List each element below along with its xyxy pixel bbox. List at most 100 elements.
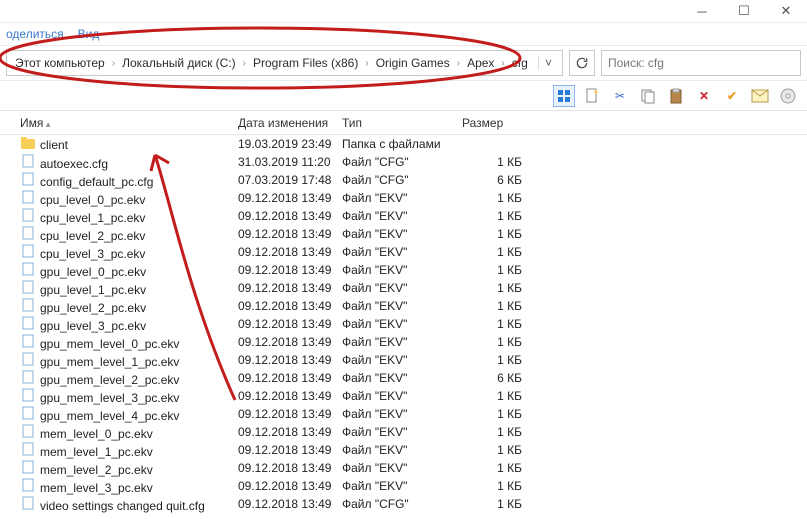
breadcrumb[interactable]: Этот компьютер › Локальный диск (C:) › P… (6, 50, 563, 76)
file-row[interactable]: cpu_level_1_pc.ekv09.12.2018 13:49Файл "… (0, 207, 807, 225)
file-name: autoexec.cfg (40, 157, 108, 171)
file-name-cell: gpu_level_3_pc.ekv (20, 316, 238, 333)
file-row[interactable]: gpu_mem_level_4_pc.ekv09.12.2018 13:49Фа… (0, 405, 807, 423)
file-name: gpu_level_2_pc.ekv (40, 301, 146, 315)
file-row[interactable]: autoexec.cfg31.03.2019 11:20Файл "CFG"1 … (0, 153, 807, 171)
file-name-cell: cpu_level_0_pc.ekv (20, 190, 238, 207)
delete-button[interactable]: ✕ (693, 85, 715, 107)
cut-button[interactable]: ✂ (609, 85, 631, 107)
file-name-cell: mem_level_1_pc.ekv (20, 442, 238, 459)
file-date: 09.12.2018 13:49 (238, 461, 342, 475)
file-row[interactable]: gpu_level_0_pc.ekv09.12.2018 13:49Файл "… (0, 261, 807, 279)
grid-icon (557, 89, 571, 103)
file-icon (20, 316, 36, 330)
file-row[interactable]: mem_level_1_pc.ekv09.12.2018 13:49Файл "… (0, 441, 807, 459)
file-size: 1 КБ (462, 227, 542, 241)
file-icon (20, 262, 36, 276)
file-type: Файл "EKV" (342, 389, 462, 403)
view-button[interactable] (553, 85, 575, 107)
file-date: 09.12.2018 13:49 (238, 263, 342, 277)
file-row[interactable]: video settings changed quit.cfg09.12.201… (0, 495, 807, 513)
refresh-icon (575, 56, 589, 70)
copy-icon (640, 88, 656, 104)
file-size: 1 КБ (462, 353, 542, 367)
file-type: Файл "EKV" (342, 371, 462, 385)
file-row[interactable]: mem_level_3_pc.ekv09.12.2018 13:49Файл "… (0, 477, 807, 495)
file-date: 09.12.2018 13:49 (238, 335, 342, 349)
burn-button[interactable] (777, 85, 799, 107)
new-button[interactable] (581, 85, 603, 107)
file-row[interactable]: cpu_level_0_pc.ekv09.12.2018 13:49Файл "… (0, 189, 807, 207)
header-date[interactable]: Дата изменения (238, 116, 342, 130)
file-row[interactable]: gpu_mem_level_1_pc.ekv09.12.2018 13:49Фа… (0, 351, 807, 369)
close-button[interactable]: ✕ (765, 0, 807, 22)
file-icon (20, 154, 36, 168)
file-type: Файл "EKV" (342, 335, 462, 349)
file-size: 6 КБ (462, 173, 542, 187)
confirm-button[interactable]: ✔ (721, 85, 743, 107)
minimize-button[interactable]: ─ (681, 0, 723, 22)
crumb-pc[interactable]: Этот компьютер (11, 56, 109, 70)
menu-view[interactable]: Вид (78, 27, 100, 41)
file-row[interactable]: gpu_level_1_pc.ekv09.12.2018 13:49Файл "… (0, 279, 807, 297)
file-row[interactable]: gpu_level_3_pc.ekv09.12.2018 13:49Файл "… (0, 315, 807, 333)
header-name[interactable]: Имя (20, 116, 238, 130)
header-type[interactable]: Тип (342, 116, 462, 130)
file-row[interactable]: gpu_mem_level_3_pc.ekv09.12.2018 13:49Фа… (0, 387, 807, 405)
search-input[interactable]: Поиск: cfg (601, 50, 801, 76)
file-icon (20, 190, 36, 204)
file-row[interactable]: mem_level_2_pc.ekv09.12.2018 13:49Файл "… (0, 459, 807, 477)
crumb-cfg[interactable]: cfg (508, 56, 532, 70)
file-date: 09.12.2018 13:49 (238, 353, 342, 367)
file-row[interactable]: mem_level_0_pc.ekv09.12.2018 13:49Файл "… (0, 423, 807, 441)
file-name-cell: cpu_level_3_pc.ekv (20, 244, 238, 261)
file-name-cell: client (20, 136, 238, 152)
file-name-cell: cpu_level_2_pc.ekv (20, 226, 238, 243)
file-type: Файл "EKV" (342, 281, 462, 295)
file-name-cell: gpu_mem_level_2_pc.ekv (20, 370, 238, 387)
file-row[interactable]: gpu_mem_level_2_pc.ekv09.12.2018 13:49Фа… (0, 369, 807, 387)
file-icon (20, 442, 36, 456)
file-list[interactable]: client19.03.2019 23:49Папка с файламиaut… (0, 135, 807, 513)
file-row[interactable]: client19.03.2019 23:49Папка с файлами (0, 135, 807, 153)
menu-share[interactable]: оделиться (6, 27, 64, 41)
crumb-pf86[interactable]: Program Files (x86) (249, 56, 362, 70)
file-type: Файл "EKV" (342, 299, 462, 313)
address-bar: Этот компьютер › Локальный диск (C:) › P… (0, 45, 807, 81)
file-icon (20, 478, 36, 492)
breadcrumb-dropdown[interactable]: ˅ (538, 56, 558, 70)
crumb-drive[interactable]: Локальный диск (C:) (118, 56, 240, 70)
file-icon (20, 172, 36, 186)
copy-button[interactable] (637, 85, 659, 107)
file-date: 09.12.2018 13:49 (238, 227, 342, 241)
file-row[interactable]: config_default_pc.cfg07.03.2019 17:48Фай… (0, 171, 807, 189)
crumb-apex[interactable]: Apex (463, 56, 498, 70)
file-type: Файл "EKV" (342, 461, 462, 475)
file-icon (20, 226, 36, 240)
file-icon (20, 388, 36, 402)
file-row[interactable]: gpu_mem_level_0_pc.ekv09.12.2018 13:49Фа… (0, 333, 807, 351)
file-row[interactable]: gpu_level_2_pc.ekv09.12.2018 13:49Файл "… (0, 297, 807, 315)
file-name: gpu_mem_level_3_pc.ekv (40, 391, 179, 405)
file-name: gpu_mem_level_1_pc.ekv (40, 355, 179, 369)
file-row[interactable]: cpu_level_3_pc.ekv09.12.2018 13:49Файл "… (0, 243, 807, 261)
file-row[interactable]: cpu_level_2_pc.ekv09.12.2018 13:49Файл "… (0, 225, 807, 243)
file-type: Файл "CFG" (342, 497, 462, 511)
file-name: mem_level_3_pc.ekv (40, 481, 153, 495)
file-icon (20, 244, 36, 258)
document-star-icon (584, 88, 600, 104)
crumb-origin[interactable]: Origin Games (372, 56, 454, 70)
file-date: 09.12.2018 13:49 (238, 479, 342, 493)
file-size: 1 КБ (462, 407, 542, 421)
menubar: оделиться Вид (0, 23, 807, 45)
file-icon (20, 352, 36, 366)
file-type: Файл "EKV" (342, 407, 462, 421)
file-name: client (40, 138, 68, 152)
file-icon (20, 280, 36, 294)
paste-button[interactable] (665, 85, 687, 107)
header-size[interactable]: Размер (462, 116, 542, 130)
file-date: 19.03.2019 23:49 (238, 137, 342, 151)
mail-button[interactable] (749, 85, 771, 107)
refresh-button[interactable] (569, 50, 595, 76)
maximize-button[interactable]: ☐ (723, 0, 765, 22)
